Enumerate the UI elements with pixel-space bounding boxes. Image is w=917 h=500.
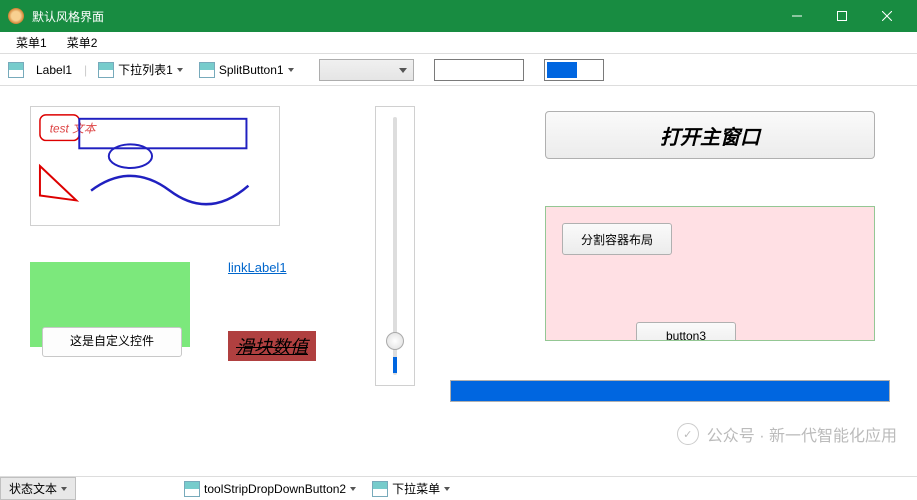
toolbar-splitbutton1-label: SplitButton1	[219, 63, 284, 77]
chevron-down-icon	[444, 487, 450, 491]
status-dropdown-menu[interactable]: 下拉菜单	[364, 478, 458, 499]
minimize-button[interactable]	[774, 0, 819, 32]
image-icon	[98, 62, 114, 78]
image-icon	[184, 481, 200, 497]
toolbar-dropdown1-label: 下拉列表1	[118, 61, 173, 78]
menu-bar: 菜单1 菜单2	[0, 32, 917, 54]
progress-fill	[451, 381, 889, 401]
chevron-down-icon	[350, 487, 356, 491]
drawing-panel: test 文本	[30, 106, 280, 226]
status-bar: 状态文本 toolStripDropDownButton2 下拉菜单	[0, 476, 917, 500]
status-text-label: 状态文本	[9, 480, 57, 497]
status-dropdown-button[interactable]: toolStripDropDownButton2	[176, 479, 364, 499]
custom-control-button[interactable]: 这是自定义控件	[42, 327, 182, 357]
toolbar-label1: Label1	[30, 63, 78, 77]
status-dropdown-menu-label: 下拉菜单	[392, 480, 440, 497]
slider-value-label: 滑块数值	[228, 331, 316, 361]
close-button[interactable]	[864, 0, 909, 32]
toolbar-textbox[interactable]	[434, 59, 524, 81]
status-dropdown-label: toolStripDropDownButton2	[204, 482, 346, 496]
slider-thumb[interactable]	[386, 332, 404, 350]
drawing-text: test 文本	[50, 122, 97, 136]
chevron-down-icon	[177, 68, 183, 72]
open-main-window-button[interactable]: 打开主窗口	[545, 111, 875, 159]
slider-mark	[393, 357, 397, 373]
toolbar-splitbutton1[interactable]: SplitButton1	[194, 59, 299, 81]
link-label[interactable]: linkLabel1	[228, 260, 287, 275]
maximize-button[interactable]	[819, 0, 864, 32]
button3[interactable]: button3	[636, 322, 736, 341]
app-icon	[8, 8, 24, 24]
menu-item-1[interactable]: 菜单1	[6, 32, 57, 53]
title-bar: 默认风格界面	[0, 0, 917, 32]
toolbar-combobox[interactable]	[319, 59, 414, 81]
split-container: 分割容器布局 button3	[545, 206, 875, 341]
progress-bar	[450, 380, 890, 402]
toolbar-dropdown1[interactable]: 下拉列表1	[93, 58, 188, 81]
image-icon	[372, 481, 388, 497]
window-title: 默认风格界面	[32, 8, 774, 25]
color-fill	[547, 62, 577, 78]
chevron-down-icon	[288, 68, 294, 72]
image-icon	[8, 62, 24, 78]
watermark-text: 公众号 · 新一代智能化应用	[707, 422, 897, 446]
vertical-slider[interactable]	[375, 106, 415, 386]
wechat-icon: ✓	[677, 423, 699, 445]
image-icon	[199, 62, 215, 78]
content-area: test 文本 linkLabel1 这是自定义控件 滑块数值 打开主窗口 分割…	[0, 86, 917, 476]
menu-item-2[interactable]: 菜单2	[57, 32, 108, 53]
custom-control-container: 这是自定义控件	[30, 262, 190, 347]
toolbar-color-swatch[interactable]	[544, 59, 604, 81]
toolbar: Label1 | 下拉列表1 SplitButton1	[0, 54, 917, 86]
status-text[interactable]: 状态文本	[0, 477, 76, 500]
chevron-down-icon	[61, 487, 67, 491]
split-layout-button[interactable]: 分割容器布局	[562, 223, 672, 255]
watermark: ✓ 公众号 · 新一代智能化应用	[677, 422, 897, 446]
